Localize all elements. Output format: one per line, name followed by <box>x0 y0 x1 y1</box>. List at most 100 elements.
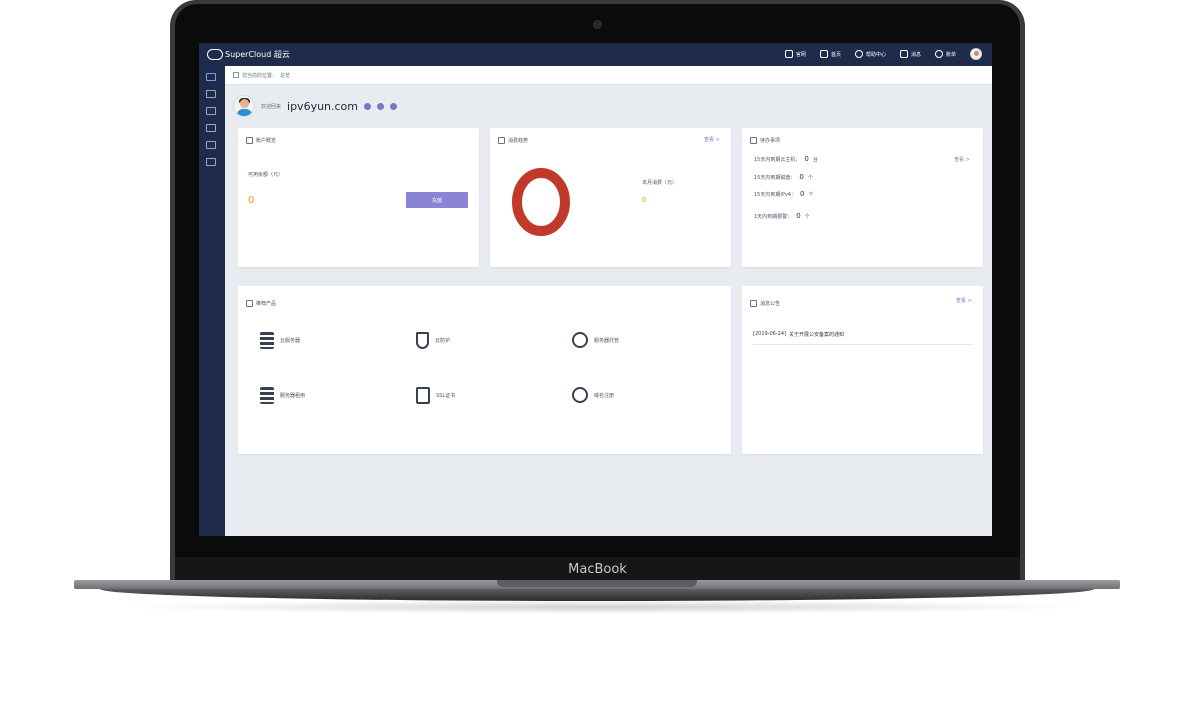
product-server-rental[interactable]: 服务器租用 <box>260 387 305 404</box>
todo-label: 1天内到期报警： <box>754 214 793 220</box>
cost-ring-chart <box>512 168 570 236</box>
todo-value: 0 <box>804 155 809 163</box>
top-nav: 官网 首页 帮助中心 消息 账单 <box>784 48 982 60</box>
grid-icon[interactable] <box>206 107 216 115</box>
card-title-text: 消费趋势 <box>508 138 529 144</box>
phone-badge-icon[interactable] <box>377 102 385 110</box>
rental-icon <box>260 387 274 404</box>
logo-text: SuperCloud 超云 <box>225 50 290 59</box>
todo-value: 0 <box>799 173 804 181</box>
product-ssl-certificate[interactable]: SSL证书 <box>416 387 455 404</box>
wallet-icon <box>246 137 253 144</box>
product-domain-registration[interactable]: 域名注册 <box>572 387 614 403</box>
shield-icon <box>416 332 429 349</box>
card-title-text: 推荐产品 <box>256 301 277 307</box>
nav-home[interactable]: 首页 <box>819 50 841 58</box>
todo-icon <box>750 137 757 144</box>
cost-trend-card: 消费趋势 查看 > 本月消费（元） 0 <box>490 128 731 267</box>
product-label: 云防护 <box>435 338 451 344</box>
view-more-link[interactable]: 查看 > <box>954 156 970 163</box>
recommended-products-card: 推荐产品 云服务器 云防护 服务器托管 服务器租用 SSL证书 域名注册 <box>238 286 731 454</box>
home-icon[interactable] <box>206 73 216 81</box>
gift-icon <box>246 300 253 307</box>
user-icon[interactable] <box>206 90 216 98</box>
balance-label: 可用余额（元） <box>248 172 284 178</box>
nav-billing[interactable]: 账单 <box>934 50 956 58</box>
top-bar: SuperCloud 超云 官网 首页 帮助中心 消息 账单 <box>199 43 992 66</box>
todo-row[interactable]: 15天内到期IPv4： 0 个 <box>754 190 813 198</box>
nav-official-site[interactable]: 官网 <box>784 50 806 58</box>
todo-value: 0 <box>800 190 805 198</box>
card-title: 消费趋势 <box>498 137 528 144</box>
todo-row[interactable]: 15天内到期云主机： 0 台 <box>754 155 818 163</box>
todo-unit: 台 <box>812 157 818 163</box>
product-label: 云服务器 <box>280 338 301 344</box>
nav-label: 消息 <box>910 51 921 58</box>
todo-row[interactable]: 1天内到期报警： 0 个 <box>754 212 810 220</box>
view-more-link[interactable]: 查看 > <box>956 297 972 304</box>
avatar[interactable] <box>970 48 982 60</box>
verify-badge-icon[interactable] <box>364 102 372 110</box>
todo-label: 15天内到期云主机： <box>754 157 801 163</box>
account-overview-card: 账户概览 可用余额（元） 0 充值 <box>238 128 479 267</box>
calendar-icon[interactable] <box>206 141 216 149</box>
home-icon <box>819 50 828 58</box>
welcome-label: 欢迎回来 <box>261 103 282 110</box>
cube-icon[interactable] <box>206 124 216 132</box>
card-title: 待办事项 <box>750 137 780 144</box>
nav-messages[interactable]: 消息 <box>899 50 921 58</box>
todo-row[interactable]: 15天内到期磁盘： 0 个 <box>754 173 813 181</box>
yen-icon <box>934 50 943 58</box>
nav-label: 帮助中心 <box>865 51 886 58</box>
view-more-link[interactable]: 查看 > <box>704 136 720 143</box>
product-label: 服务器租用 <box>280 393 306 399</box>
notice-text: 关于开展公安备案的通知 <box>788 332 844 338</box>
bell-icon <box>750 300 757 307</box>
todo-value: 0 <box>796 212 801 220</box>
todo-label: 15天内到期磁盘： <box>754 175 796 181</box>
home-icon[interactable] <box>233 72 239 78</box>
logo[interactable]: SuperCloud 超云 <box>207 49 290 60</box>
chart-icon <box>498 137 505 144</box>
product-cloud-server[interactable]: 云服务器 <box>260 332 300 349</box>
balance-value: 0 <box>248 195 255 206</box>
list-icon[interactable] <box>206 158 216 166</box>
sidebar <box>199 66 225 536</box>
todo-label: 15天内到期IPv4： <box>754 192 796 198</box>
notice-item[interactable]: [2019-06-24] 关于开展公安备案的通知 <box>753 331 973 345</box>
mail-icon <box>899 50 908 58</box>
nav-label: 账单 <box>945 51 956 58</box>
breadcrumb: 您当前的位置： 总览 <box>225 66 992 85</box>
notice-date: [2019-06-24] <box>753 331 786 337</box>
help-icon <box>854 50 863 58</box>
product-cloud-protection[interactable]: 云防护 <box>416 332 450 349</box>
todo-unit: 个 <box>807 175 813 181</box>
laptop-brand: MacBook <box>568 562 627 577</box>
email-badge-icon[interactable] <box>390 102 398 110</box>
card-title-text: 待办事项 <box>760 138 781 144</box>
www-icon <box>572 387 588 403</box>
screen: SuperCloud 超云 官网 首页 帮助中心 消息 账单 您当前的位置： 总… <box>199 43 992 536</box>
card-title-text: 消息公告 <box>760 301 781 307</box>
todo-card: 待办事项 查看 > 15天内到期云主机： 0 台 15天内到期磁盘： 0 个 15天内到… <box>742 128 983 267</box>
hosting-icon <box>572 332 588 348</box>
breadcrumb-current: 总览 <box>280 72 291 79</box>
user-avatar <box>233 95 255 117</box>
nav-label: 首页 <box>830 51 841 58</box>
nav-help-center[interactable]: 帮助中心 <box>854 50 886 58</box>
nav-label: 官网 <box>795 51 806 58</box>
card-title: 消息公告 <box>750 300 780 307</box>
product-server-hosting[interactable]: 服务器托管 <box>572 332 619 348</box>
notice-card: 消息公告 查看 > [2019-06-24] 关于开展公安备案的通知 <box>742 286 983 454</box>
username: ipv6yun.com <box>287 99 359 113</box>
product-label: 服务器托管 <box>594 337 620 344</box>
recharge-button[interactable]: 充值 <box>406 192 468 208</box>
month-cost-value: 0 <box>642 196 647 204</box>
card-title: 账户概览 <box>246 137 276 144</box>
ring-slice <box>512 168 570 236</box>
product-label: SSL证书 <box>436 393 456 399</box>
laptop-base-bottom <box>100 589 1094 601</box>
camera-icon <box>593 20 602 29</box>
card-title-text: 账户概览 <box>256 138 277 144</box>
cloud-icon <box>207 49 223 60</box>
